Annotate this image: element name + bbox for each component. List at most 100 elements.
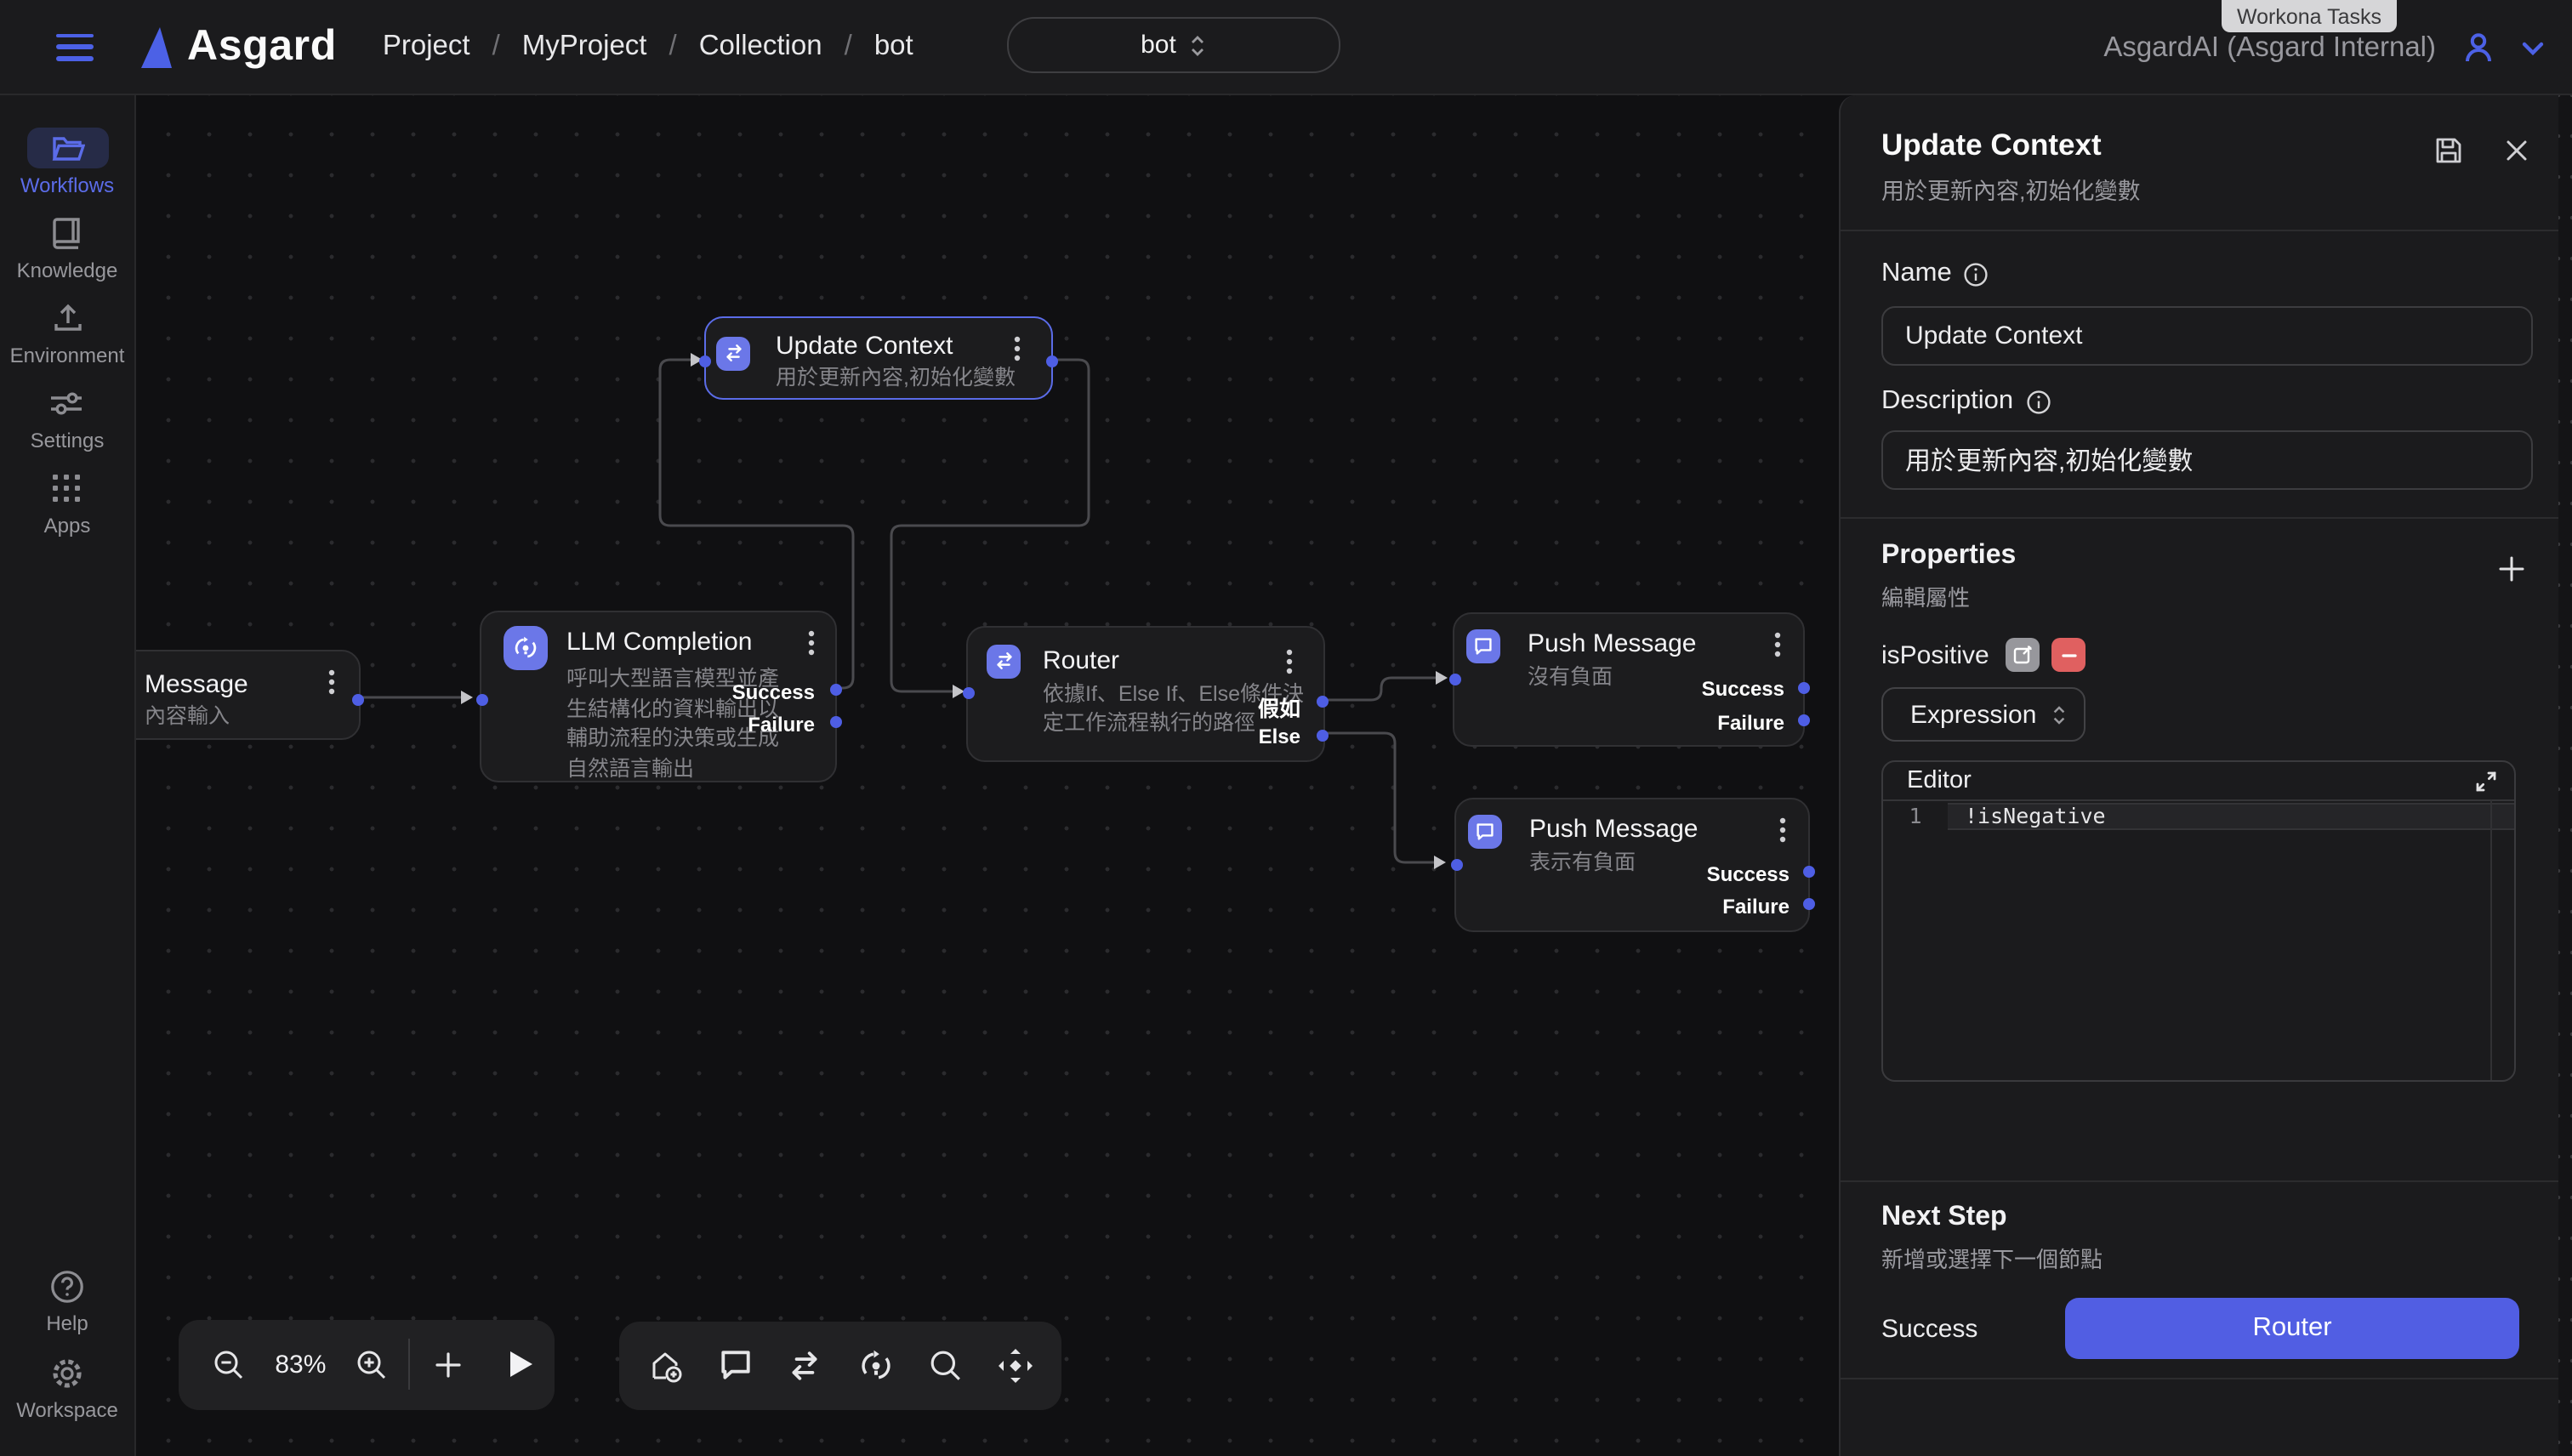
editor-label: Editor — [1907, 767, 1972, 794]
logo-triangle-icon — [141, 26, 172, 67]
sidebar-item-workflows[interactable]: Workflows — [20, 128, 114, 197]
grid-icon — [52, 468, 83, 509]
node-push-message-top[interactable]: Push Message 沒有負面 Success Failure — [1453, 612, 1805, 747]
kebab-menu-icon[interactable] — [1774, 631, 1781, 658]
info-icon[interactable] — [1964, 261, 1989, 287]
node-subtitle: 表示有負面 — [1529, 848, 1636, 878]
next-step-target-button[interactable]: Router — [2065, 1298, 2519, 1359]
save-icon[interactable] — [2434, 136, 2463, 165]
node-push-message-bottom[interactable]: Push Message 表示有負面 Success Failure — [1454, 797, 1810, 931]
zoom-in-button[interactable] — [334, 1348, 409, 1380]
input-port[interactable] — [962, 687, 974, 699]
zoom-out-button[interactable] — [192, 1348, 267, 1380]
kebab-menu-icon[interactable] — [1285, 647, 1292, 674]
next-step-subtitle: 新增或選擇下一個節點 — [1881, 1242, 2533, 1274]
sidebar-item-apps[interactable]: Apps — [44, 468, 91, 537]
output-port[interactable] — [352, 693, 364, 705]
sidebar-item-knowledge[interactable]: Knowledge — [17, 213, 118, 282]
breadcrumb-myproject[interactable]: MyProject — [522, 31, 647, 63]
kebab-menu-icon[interactable] — [1014, 334, 1021, 361]
success-port[interactable] — [1802, 866, 1814, 878]
workflow-select[interactable]: bot — [1007, 17, 1340, 73]
breadcrumb-bot[interactable]: bot — [874, 31, 913, 63]
kebab-menu-icon[interactable] — [1779, 816, 1786, 843]
browser-tooltip: Workona Tasks — [2222, 0, 2397, 32]
top-navbar: Asgard Project / MyProject / Collection … — [0, 0, 2572, 95]
next-step-title: Next Step — [1881, 1203, 2533, 1233]
node-router[interactable]: Router 依據If、Else If、Else條件決定工作流程執行的路徑 假如… — [966, 625, 1324, 761]
panel-subtitle: 用於更新內容,初始化變數 — [1881, 172, 2533, 206]
book-icon — [50, 213, 84, 253]
add-node-button[interactable] — [411, 1350, 487, 1379]
node-llm-completion[interactable]: LLM Completion 呼叫大型語言模型並產生結構化的資料輸出以輔助流程的… — [480, 611, 837, 782]
output-label-failure: Failure — [748, 712, 815, 736]
add-trigger-icon[interactable] — [646, 1347, 684, 1385]
breadcrumb-project[interactable]: Project — [383, 31, 470, 63]
properties-title: Properties — [1881, 541, 2016, 572]
sidebar-item-settings[interactable]: Settings — [31, 383, 105, 452]
edge-layer — [136, 95, 1839, 1456]
failure-port[interactable] — [829, 716, 841, 728]
move-canvas-icon[interactable] — [996, 1347, 1033, 1385]
node-subtitle: 沒有負面 — [1528, 663, 1613, 693]
sidebar-item-workspace[interactable]: Workspace — [16, 1352, 118, 1422]
output-label-if: 假如 — [1258, 690, 1300, 722]
general-section: Name Description — [1841, 231, 2558, 519]
expression-editor[interactable]: Editor 1 !isNegative — [1881, 760, 2516, 1082]
next-step-section: Next Step 新增或選擇下一個節點 Success Router — [1841, 1182, 2558, 1379]
close-icon[interactable] — [2504, 136, 2529, 165]
swap-arrows-icon[interactable] — [787, 1347, 824, 1385]
else-port[interactable] — [1317, 729, 1329, 741]
output-label-success: Success — [732, 680, 815, 703]
node-config-panel: Update Context 用於更新內容,初始化變數 Name Descrip… — [1839, 95, 2558, 1456]
node-update-context[interactable]: Update Context 用於更新內容,初始化變數 — [704, 316, 1053, 400]
success-port[interactable] — [1797, 681, 1809, 693]
llm-node-icon — [504, 626, 548, 670]
sidebar-item-label: Workspace — [16, 1398, 118, 1422]
run-workflow-button[interactable] — [487, 1349, 555, 1379]
sidebar-item-label: Apps — [44, 514, 91, 537]
name-input[interactable] — [1881, 306, 2533, 366]
property-name: isPositive — [1881, 640, 1989, 669]
editor-scrollbar[interactable] — [2490, 799, 2492, 1080]
code-text[interactable]: !isNegative — [1948, 803, 2106, 830]
window-scrollbar[interactable] — [2558, 95, 2572, 1456]
remove-property-icon[interactable] — [2052, 638, 2086, 672]
failure-port[interactable] — [1802, 898, 1814, 910]
sidebar-item-label: Help — [46, 1311, 88, 1335]
info-icon[interactable] — [2025, 389, 2051, 414]
output-port[interactable] — [1046, 355, 1058, 367]
edge-router-else-to-push-bottom — [1324, 733, 1434, 862]
update-context-node-icon — [716, 336, 750, 370]
if-port[interactable] — [1317, 696, 1329, 708]
node-title: Push Message — [1529, 814, 1698, 843]
workflow-canvas[interactable]: Message 內容輸入 LLM Completion 呼叫大型語言模型並產生結… — [136, 95, 1839, 1456]
chat-bubble-icon — [1468, 814, 1502, 848]
input-port[interactable] — [1450, 858, 1462, 870]
output-label-failure: Failure — [1722, 895, 1790, 919]
help-icon — [49, 1265, 85, 1306]
failure-port[interactable] — [1797, 714, 1809, 726]
edit-property-icon[interactable] — [2006, 638, 2040, 672]
input-port[interactable] — [1448, 674, 1460, 685]
next-step-port-label: Success — [1881, 1314, 2065, 1343]
search-icon[interactable] — [929, 1349, 963, 1383]
kebab-menu-icon[interactable] — [808, 629, 815, 657]
message-node-icon[interactable] — [717, 1348, 753, 1384]
description-input[interactable] — [1881, 430, 2533, 490]
success-port[interactable] — [829, 684, 841, 696]
node-message[interactable]: Message 內容輸入 — [136, 649, 360, 739]
input-port[interactable] — [699, 355, 711, 367]
add-property-icon[interactable] — [2497, 555, 2526, 583]
sidebar-item-environment[interactable]: Environment — [10, 298, 125, 367]
llm-node-icon[interactable] — [857, 1347, 895, 1385]
expand-icon[interactable] — [2475, 770, 2497, 792]
user-icon[interactable] — [2458, 27, 2499, 68]
sidebar-item-help[interactable]: Help — [46, 1265, 88, 1335]
menu-icon[interactable] — [56, 33, 94, 60]
kebab-menu-icon[interactable] — [327, 668, 334, 695]
input-port[interactable] — [475, 694, 487, 706]
property-type-select[interactable]: Expression — [1881, 687, 2085, 742]
breadcrumb-collection[interactable]: Collection — [699, 31, 822, 63]
account-chevron-down-icon[interactable] — [2521, 40, 2545, 55]
